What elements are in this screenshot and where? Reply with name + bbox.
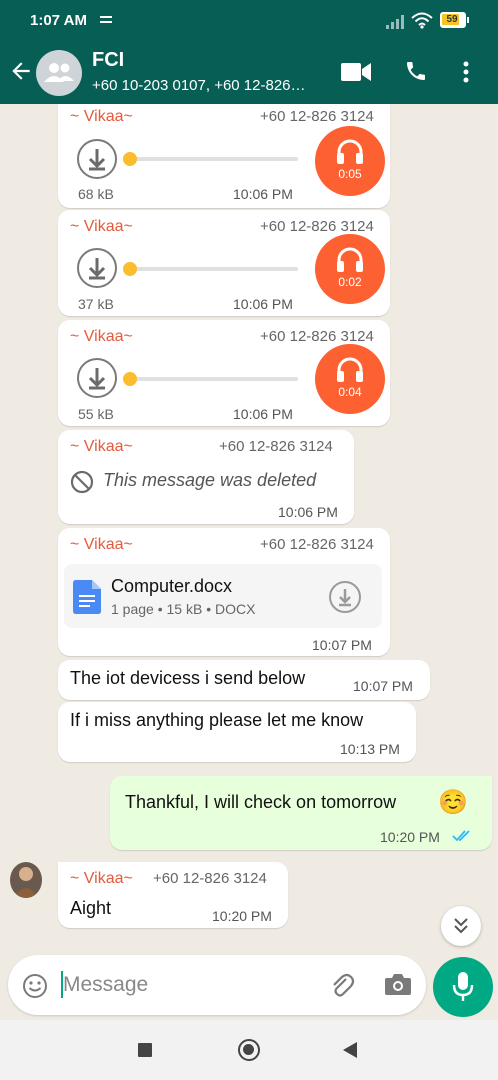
message-input[interactable]: Message (63, 973, 148, 997)
blocked-icon (70, 470, 94, 494)
chat-title[interactable]: FCI (92, 49, 124, 72)
message-time: 10:06 PM (278, 504, 338, 520)
message-time: 10:20 PM (380, 829, 440, 845)
sender-name[interactable]: ~ Vikaa~ (70, 218, 133, 236)
double-chevron-down-icon (454, 918, 468, 934)
more-vert-icon[interactable] (462, 60, 470, 84)
video-call-icon[interactable] (341, 61, 371, 83)
scroll-to-bottom-button[interactable] (441, 906, 481, 946)
audio-track[interactable] (128, 157, 298, 161)
sim-icon (100, 16, 112, 23)
headphones-icon (337, 357, 363, 382)
back-icon[interactable] (343, 1042, 357, 1058)
message-time: 10:20 PM (212, 908, 272, 924)
camera-icon[interactable] (384, 972, 412, 996)
sender-phone: +60 12-826 3124 (153, 870, 267, 887)
audio-avatar: 0:04 (315, 344, 385, 414)
headphones-icon (337, 247, 363, 272)
voice-call-icon[interactable] (404, 59, 428, 83)
sender-name[interactable]: ~ Vikaa~ (70, 108, 133, 126)
status-time: 1:07 AM (30, 12, 87, 29)
download-button[interactable] (77, 248, 117, 288)
message-text: Aight (70, 898, 112, 918)
audio-track[interactable] (128, 377, 298, 381)
message-time: 10:06 PM (233, 186, 293, 202)
back-arrow-icon[interactable] (8, 58, 34, 84)
audio-message[interactable]: ~ Vikaa~ +60 12-826 3124 37 kB 10:06 PM … (58, 210, 390, 316)
audio-avatar: 0:05 (315, 126, 385, 196)
recents-icon[interactable] (138, 1043, 152, 1057)
chat-header: FCI +60 10-203 0107, +60 12-826… (0, 42, 498, 104)
text-message[interactable]: ~ Vikaa~ +60 12-826 3124 Aight 10:20 PM (58, 862, 288, 928)
deleted-message[interactable]: ~ Vikaa~ +60 12-826 3124 This message wa… (58, 430, 354, 524)
file-size: 37 kB (78, 296, 114, 312)
message-composer[interactable]: Message (8, 955, 426, 1015)
read-ticks-icon (452, 830, 470, 842)
signal-icon (386, 15, 404, 29)
audio-scrubber[interactable] (123, 372, 137, 386)
home-icon[interactable] (238, 1039, 260, 1061)
audio-duration: 0:05 (338, 167, 362, 181)
wifi-icon (411, 12, 433, 29)
system-nav-bar (0, 1020, 498, 1080)
audio-duration: 0:02 (338, 275, 362, 289)
deleted-text: This message was deleted (103, 470, 317, 490)
download-icon (339, 589, 351, 607)
audio-scrubber[interactable] (123, 262, 137, 276)
emoji-icon[interactable] (22, 973, 48, 999)
download-icon (88, 258, 106, 280)
message-time: 10:07 PM (353, 678, 413, 694)
message-emoji: ☺️ (438, 789, 468, 816)
download-button[interactable] (329, 581, 361, 613)
doc-file-icon (73, 580, 101, 614)
download-button[interactable] (77, 139, 117, 179)
headphones-icon (337, 139, 363, 164)
audio-avatar: 0:02 (315, 234, 385, 304)
battery-level: 59 (446, 14, 458, 25)
audio-scrubber[interactable] (123, 152, 137, 166)
text-message[interactable]: The iot devicess i send below 10:07 PM (58, 660, 430, 700)
battery-icon: 59 (440, 12, 469, 28)
sender-name[interactable]: ~ Vikaa~ (70, 870, 133, 888)
message-time: 10:06 PM (233, 406, 293, 422)
sender-name[interactable]: ~ Vikaa~ (70, 536, 133, 554)
sender-name[interactable]: ~ Vikaa~ (70, 328, 133, 346)
sender-phone: +60 12-826 3124 (260, 108, 374, 125)
message-time: 10:13 PM (340, 741, 400, 757)
document-message[interactable]: ~ Vikaa~ +60 12-826 3124 Computer.docx 1… (58, 528, 390, 656)
audio-duration: 0:04 (338, 385, 362, 399)
mic-icon (452, 972, 474, 1001)
message-text: If i miss anything please let me know (70, 710, 364, 730)
outgoing-message[interactable]: Thankful, I will check on tomorrow ☺️ 10… (110, 776, 492, 850)
sender-name[interactable]: ~ Vikaa~ (70, 438, 133, 456)
document-details: 1 page • 15 kB • DOCX (111, 601, 256, 617)
document-filename: Computer.docx (111, 576, 233, 596)
document-card[interactable]: Computer.docx 1 page • 15 kB • DOCX (64, 564, 382, 628)
audio-track[interactable] (128, 267, 298, 271)
status-bar: 1:07 AM 59 (0, 0, 498, 42)
audio-message[interactable]: ~ Vikaa~ +60 12-826 3124 68 kB 10:06 PM … (58, 104, 390, 208)
attach-icon[interactable] (328, 971, 356, 999)
download-icon (88, 149, 106, 171)
message-time: 10:06 PM (233, 296, 293, 312)
group-avatar-icon[interactable] (36, 50, 82, 96)
message-time: 10:07 PM (312, 637, 372, 653)
chat-subtitle[interactable]: +60 10-203 0107, +60 12-826… (92, 77, 324, 94)
text-message[interactable]: If i miss anything please let me know 10… (58, 702, 416, 762)
sender-phone: +60 12-826 3124 (260, 218, 374, 235)
download-icon (88, 368, 106, 390)
audio-message[interactable]: ~ Vikaa~ +60 12-826 3124 55 kB 10:06 PM … (58, 320, 390, 426)
message-text: The iot devicess i send below (70, 668, 306, 688)
message-text: Thankful, I will check on tomorrow (125, 792, 397, 812)
download-button[interactable] (77, 358, 117, 398)
sender-avatar[interactable] (10, 862, 42, 898)
sender-phone: +60 12-826 3124 (260, 328, 374, 345)
sender-phone: +60 12-826 3124 (219, 438, 333, 455)
voice-record-button[interactable] (433, 957, 493, 1017)
file-size: 68 kB (78, 186, 114, 202)
sender-phone: +60 12-826 3124 (260, 536, 374, 553)
file-size: 55 kB (78, 406, 114, 422)
